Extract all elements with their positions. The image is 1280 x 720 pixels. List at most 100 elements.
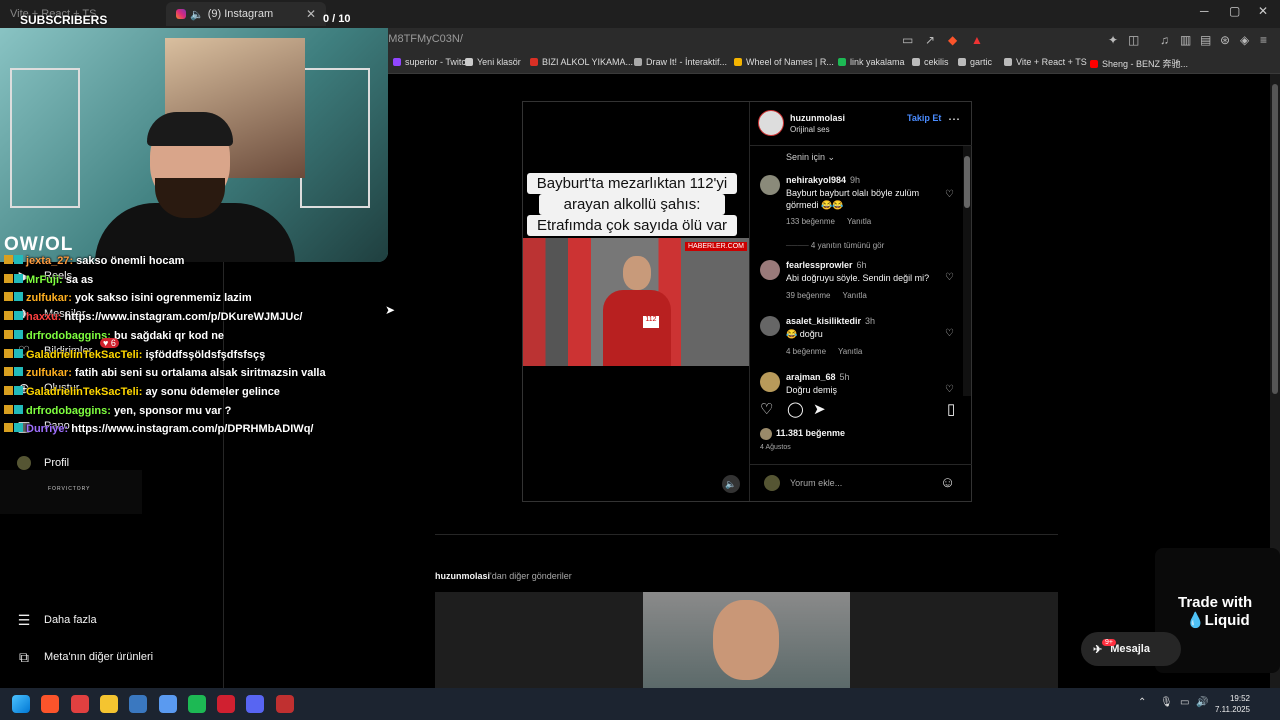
- bookmark-label: gartic: [970, 57, 993, 67]
- cast-icon[interactable]: ▭: [902, 33, 913, 47]
- sponsor-logo: FORVICTORY: [0, 470, 142, 514]
- bookmark-favicon-icon: [1090, 59, 1098, 68]
- reply-button[interactable]: Yanıtla: [842, 291, 866, 300]
- author-avatar[interactable]: [758, 110, 784, 136]
- commenter-username[interactable]: arajman_68: [786, 372, 836, 382]
- wallet-icon[interactable]: ▤: [1200, 33, 1211, 47]
- comment-header: asalet_kisiliktedir 3h: [786, 316, 875, 326]
- comment-like-icon[interactable]: ♡: [945, 272, 954, 283]
- sidebar-item-more[interactable]: ☰ Daha fazla: [16, 612, 97, 628]
- author-username[interactable]: huzunmolasi: [790, 113, 845, 123]
- bookmark-item[interactable]: Sheng - BENZ 奔驰...: [1090, 57, 1188, 70]
- bookmark-item[interactable]: Vite + React + TS: [1004, 57, 1087, 67]
- shield-icon[interactable]: ◈: [1240, 33, 1249, 47]
- sidebar-item-label: Meta'nın diğer ürünleri: [44, 651, 154, 663]
- commenter-avatar[interactable]: [760, 372, 780, 392]
- commenter-avatar[interactable]: [760, 260, 780, 280]
- comment-input[interactable]: Yorum ekle...: [790, 478, 842, 488]
- comment-like-icon[interactable]: ♡: [945, 384, 954, 395]
- grid-post-thumbnail[interactable]: [643, 592, 850, 688]
- commenter-username[interactable]: asalet_kisiliktedir: [786, 316, 861, 326]
- tray-chevron-icon[interactable]: ⌃: [1138, 697, 1146, 708]
- subscriber-count: 0 / 10: [323, 13, 351, 25]
- stream-app-icon[interactable]: [275, 695, 294, 713]
- bookmark-item[interactable]: gartic: [958, 57, 992, 67]
- share-icon[interactable]: ➤: [813, 400, 826, 418]
- maximize-icon[interactable]: ▢: [1229, 4, 1240, 18]
- chat-username: jexta_27: [26, 255, 70, 267]
- app-red-icon[interactable]: [217, 695, 236, 713]
- commenter-avatar[interactable]: [760, 175, 780, 195]
- system-clock[interactable]: 19:52 7.11.2025: [1215, 693, 1250, 715]
- hamburger-icon: ☰: [17, 611, 31, 628]
- chat-text: yen, sponsor mu var ?: [114, 404, 232, 417]
- sidebar-toggle-icon[interactable]: ▥: [1180, 33, 1191, 47]
- screenshot-icon[interactable]: ◫: [1128, 33, 1139, 47]
- comments-scrollbar[interactable]: [963, 146, 971, 396]
- reply-button[interactable]: Yanıtla: [838, 347, 862, 356]
- commenter-username[interactable]: fearlessprowler: [786, 260, 853, 270]
- microphone-icon[interactable]: 🎙: [1160, 697, 1173, 708]
- extensions-icon[interactable]: ✦: [1108, 33, 1118, 47]
- file-explorer-icon[interactable]: [99, 695, 118, 713]
- comment-like-icon[interactable]: ♡: [945, 328, 954, 339]
- minimize-icon[interactable]: ─: [1200, 4, 1209, 18]
- bookmark-item[interactable]: Yeni klasör: [465, 57, 521, 67]
- network-icon[interactable]: ▭: [1180, 697, 1189, 708]
- like-icon[interactable]: ♡: [760, 400, 773, 418]
- bookmark-item[interactable]: Wheel of Names | R...: [734, 57, 834, 67]
- bookmark-item[interactable]: Draw It! - İnteraktif...: [634, 57, 727, 67]
- sidebar-item-meta[interactable]: ⧉ Meta'nın diğer ürünleri: [16, 649, 153, 665]
- more-posts-user[interactable]: huzunmolasi: [435, 571, 490, 581]
- sound-icon[interactable]: 🔈: [722, 475, 740, 493]
- save-icon[interactable]: ▯: [947, 400, 955, 418]
- comments-scroll-thumb[interactable]: [964, 156, 970, 208]
- menu-icon[interactable]: ≡: [1260, 33, 1267, 47]
- maps-pin-icon[interactable]: [70, 695, 89, 713]
- bookmark-favicon-icon: [734, 58, 742, 66]
- scroll-thumb[interactable]: [1272, 84, 1278, 394]
- comment-filter[interactable]: Senin için ⌄: [786, 152, 835, 163]
- audio-label[interactable]: Orijinal ses: [790, 125, 830, 134]
- chat-username: drfrodobaggins: [26, 404, 108, 417]
- view-replies[interactable]: ──── 4 yanıtın tümünü gör: [786, 241, 884, 250]
- ad-line-1: Trade with: [1178, 594, 1253, 611]
- bookmark-item[interactable]: link yakalama: [838, 57, 905, 67]
- spotify-icon[interactable]: [187, 695, 206, 713]
- tab-instagram[interactable]: 🔈 (9) Instagram ✕: [166, 2, 326, 26]
- brave-browser-icon[interactable]: [41, 695, 60, 713]
- commenter-avatar[interactable]: [760, 316, 780, 336]
- liker-avatar: [760, 428, 772, 440]
- bookmark-item[interactable]: cekilis: [912, 57, 949, 67]
- comment-icon[interactable]: ◯: [787, 400, 804, 418]
- messages-button[interactable]: ✈ Mesajla: [1081, 632, 1181, 666]
- close-window-icon[interactable]: ✕: [1258, 4, 1268, 18]
- bookmark-favicon-icon: [838, 58, 846, 66]
- brave-shield-icon[interactable]: ◆: [948, 33, 957, 47]
- bookmark-item[interactable]: BIZI ALKOL YIKAMA...: [530, 57, 633, 67]
- discord-icon[interactable]: [246, 695, 265, 713]
- share-icon[interactable]: ↗: [925, 33, 935, 47]
- chat-text: işföddfsşöldsfşdfsfsçş: [145, 348, 266, 361]
- windows-start-icon[interactable]: [12, 695, 30, 713]
- comment-like-icon[interactable]: ♡: [945, 189, 954, 200]
- brave-rewards-icon[interactable]: ▲: [971, 33, 983, 47]
- sidebar-item-profile[interactable]: Profil: [16, 455, 69, 471]
- emoji-icon[interactable]: ☺: [940, 474, 955, 491]
- reply-button[interactable]: Yanıtla: [847, 217, 871, 226]
- media-icon[interactable]: ♫: [1160, 33, 1169, 47]
- post-media[interactable]: Bayburt'ta mezarlıktan 112'yi arayan alk…: [523, 102, 749, 501]
- like-count[interactable]: 11.381 beğenme: [776, 428, 845, 438]
- post-header: huzunmolasi Orijinal ses Takip Et ⋯: [750, 102, 972, 146]
- steam-icon[interactable]: [129, 695, 148, 713]
- vpn-icon[interactable]: ⊛: [1220, 33, 1230, 47]
- sidebar-item-label: Daha fazla: [44, 614, 97, 626]
- volume-icon[interactable]: 🔊: [1196, 697, 1208, 708]
- bluestacks-icon[interactable]: [158, 695, 177, 713]
- commenter-username[interactable]: nehirakyol984: [786, 175, 846, 185]
- more-options-icon[interactable]: ⋯: [948, 112, 960, 126]
- close-tab-icon[interactable]: ✕: [306, 7, 316, 21]
- bookmark-item[interactable]: superior - Twitch: [393, 57, 471, 67]
- chat-text: ay sonu ödemeler gelince: [145, 385, 280, 398]
- follow-button[interactable]: Takip Et: [907, 113, 941, 123]
